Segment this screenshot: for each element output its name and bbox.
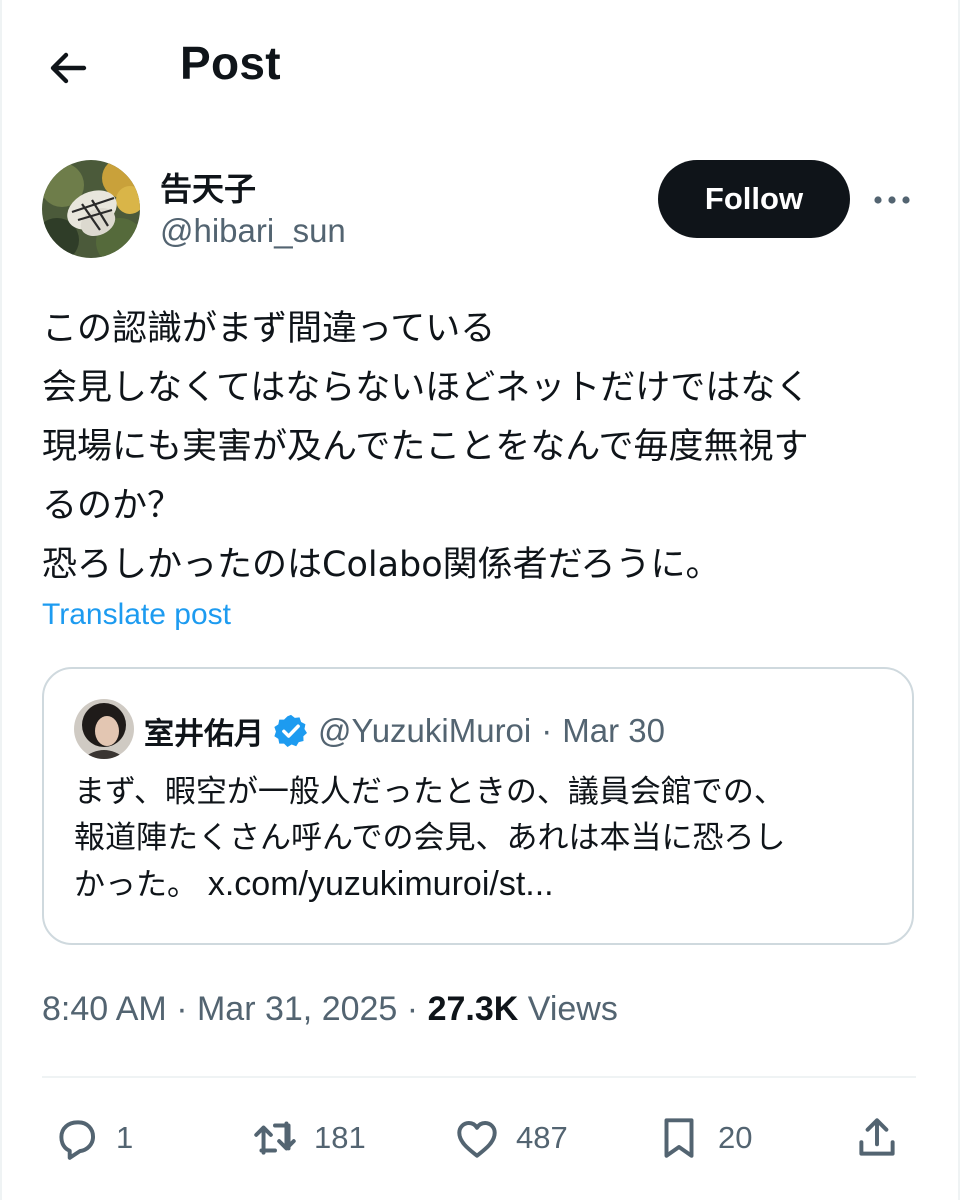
back-button[interactable] — [44, 44, 92, 92]
repost-button[interactable]: 181 — [250, 1108, 366, 1168]
bookmark-button[interactable]: 20 — [654, 1108, 752, 1168]
heart-icon — [457, 1121, 497, 1158]
more-options-button[interactable] — [868, 182, 916, 218]
arrow-left-icon — [50, 52, 87, 84]
follow-button[interactable]: Follow — [658, 160, 850, 238]
share-button[interactable] — [852, 1108, 902, 1168]
quoted-text-line: まず、暇空が一般人だったときの、議員会館での、 — [74, 774, 785, 810]
repost-icon — [254, 1121, 296, 1155]
top-bar: Post — [0, 0, 960, 130]
author-name[interactable]: 告天子 — [160, 164, 256, 210]
page-title: Post — [180, 37, 281, 89]
more-horizontal-icon — [874, 196, 910, 204]
like-button[interactable]: 487 — [452, 1108, 568, 1168]
post-text: この認識がまず間違っている 会見しなくてはならないほどネットだけではなく 現場に… — [42, 300, 932, 595]
post-text-line: 会見しなくてはならないほどネットだけではなく — [42, 368, 811, 408]
divider — [42, 1076, 916, 1078]
views-label: Views — [527, 990, 618, 1028]
author-avatar[interactable] — [42, 160, 140, 258]
separator-dot: · — [541, 712, 553, 749]
views-count: 27.3K — [427, 990, 519, 1028]
translate-post-link[interactable]: Translate post — [42, 598, 231, 632]
quoted-author-avatar[interactable] — [74, 699, 134, 759]
quoted-post-date: Mar 30 — [562, 712, 665, 749]
quoted-post-text: まず、暇空が一般人だったときの、議員会館での、 報道陣たくさん呼んでの会見、あれ… — [74, 769, 894, 908]
author-handle[interactable]: @hibari_sun — [160, 212, 346, 250]
quoted-post-card[interactable]: 室井佑月 @YuzukiMuroi · Mar 30 まず、暇空が一般人だったと… — [42, 667, 914, 945]
quoted-text-line: かった。 x.com/yuzukimuroi/st... — [74, 861, 894, 908]
left-border — [0, 0, 2, 1200]
verified-badge-icon — [274, 714, 307, 747]
quoted-post-link[interactable]: x.com/yuzukimuroi/st... — [208, 865, 554, 903]
bookmark-count: 20 — [718, 1120, 753, 1155]
repost-count: 181 — [314, 1120, 366, 1155]
share-icon — [859, 1118, 895, 1156]
author-avatar-image — [42, 160, 140, 258]
post-text-line: るのか？ — [42, 486, 183, 526]
quoted-author-handle: @YuzukiMuroi — [318, 712, 532, 749]
quoted-post-header: 室井佑月 @YuzukiMuroi · Mar 30 — [144, 709, 665, 753]
reply-button[interactable]: 1 — [52, 1108, 133, 1168]
post-time[interactable]: 8:40 AM — [42, 990, 167, 1028]
post-text-line: 現場にも実害が及んでたことをなんで毎度無視す — [42, 427, 809, 467]
quoted-author-avatar-image — [74, 699, 134, 759]
bookmark-icon — [664, 1118, 694, 1158]
like-count: 487 — [516, 1120, 568, 1155]
reply-count: 1 — [116, 1120, 134, 1155]
post-meta: 8:40 AM · Mar 31, 2025 · 27.3K Views — [42, 990, 618, 1029]
quoted-text-line: 報道陣たくさん呼んでの会見、あれは本当に恐ろし — [74, 820, 786, 856]
quoted-author-name: 室井佑月 — [144, 717, 264, 752]
post-text-line: 恐ろしかったのはColabo関係者だろうに。 — [42, 545, 721, 585]
reply-icon — [59, 1120, 96, 1160]
separator-dot: · — [406, 990, 419, 1028]
quoted-text-tail: かった。 — [74, 867, 198, 903]
post-date[interactable]: Mar 31, 2025 — [197, 990, 397, 1028]
separator-dot: · — [176, 990, 188, 1028]
post-text-line: この認識がまず間違っている — [42, 309, 496, 349]
